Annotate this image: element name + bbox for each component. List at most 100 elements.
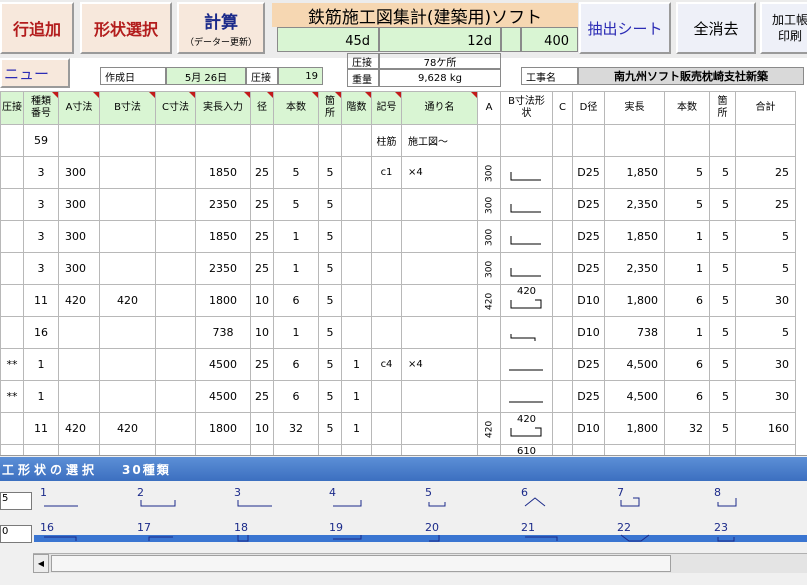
count-cell[interactable]	[273, 124, 319, 157]
count-cell[interactable]: 5	[273, 156, 319, 189]
a-size-cell[interactable]: 300	[58, 156, 100, 189]
shape-option-button[interactable]: 19	[329, 521, 389, 549]
d-diameter-cell[interactable]: D25	[572, 188, 605, 221]
symbol-cell[interactable]	[371, 188, 402, 221]
a-size-cell[interactable]	[58, 380, 100, 413]
shape-option-button[interactable]: 22	[617, 521, 677, 549]
c-size-cell[interactable]	[155, 348, 196, 381]
result-count-cell[interactable]	[664, 444, 710, 455]
symbol-cell[interactable]	[371, 380, 402, 413]
length-cell[interactable]: 738	[195, 316, 251, 349]
places-cell[interactable]: 5	[318, 412, 342, 445]
extract-sheet-button[interactable]: 抽出シート	[579, 2, 671, 54]
shape-cell[interactable]	[500, 124, 553, 157]
a-size-cell[interactable]: 300	[58, 220, 100, 253]
result-a-cell[interactable]	[477, 444, 501, 455]
shape-option-button[interactable]: 17	[137, 521, 197, 549]
places-cell[interactable]: 5	[318, 348, 342, 381]
result-places-cell[interactable]	[709, 124, 736, 157]
b-size-cell[interactable]	[99, 156, 156, 189]
total-cell[interactable]: 30	[735, 380, 796, 413]
line-name-cell[interactable]	[401, 380, 478, 413]
floor-cell[interactable]	[341, 188, 372, 221]
result-c-cell[interactable]	[552, 412, 573, 445]
shape-cell[interactable]	[500, 316, 553, 349]
result-places-cell[interactable]: 5	[709, 220, 736, 253]
symbol-cell[interactable]	[371, 252, 402, 285]
line-name-cell[interactable]	[401, 284, 478, 317]
shape-option-button[interactable]: 21	[521, 521, 581, 549]
scroll-left-arrow-icon[interactable]: ◀	[33, 554, 49, 573]
c-size-cell[interactable]	[155, 220, 196, 253]
diameter-cell[interactable]: 25	[250, 156, 274, 189]
length-cell[interactable]: 1800	[195, 284, 251, 317]
c-size-cell[interactable]	[155, 156, 196, 189]
result-length-cell[interactable]: 1,850	[604, 220, 665, 253]
result-a-cell[interactable]: 420	[477, 284, 501, 317]
symbol-cell[interactable]	[371, 316, 402, 349]
b-size-cell[interactable]	[99, 444, 156, 455]
a-size-cell[interactable]: 300	[58, 252, 100, 285]
places-cell[interactable]: 5	[318, 284, 342, 317]
d-diameter-cell[interactable]: D25	[572, 348, 605, 381]
result-a-cell[interactable]: 300	[477, 252, 501, 285]
result-a-cell[interactable]: 300	[477, 220, 501, 253]
length-cell[interactable]: 2350	[195, 188, 251, 221]
shape-cell[interactable]: 420	[500, 284, 553, 317]
diameter-cell[interactable]: 10	[250, 316, 274, 349]
diameter-cell[interactable]: 25	[250, 220, 274, 253]
floor-cell[interactable]	[341, 156, 372, 189]
press-field[interactable]: 19	[278, 67, 323, 85]
b-size-cell[interactable]	[99, 188, 156, 221]
press-cell[interactable]	[0, 156, 24, 189]
symbol-cell[interactable]	[371, 444, 402, 455]
diameter-cell[interactable]: 25	[250, 380, 274, 413]
d-diameter-cell[interactable]: D10	[572, 284, 605, 317]
result-places-cell[interactable]: 5	[709, 316, 736, 349]
b-size-cell[interactable]: 420	[99, 412, 156, 445]
result-length-cell[interactable]: 1,800	[604, 284, 665, 317]
a-size-cell[interactable]	[58, 348, 100, 381]
result-c-cell[interactable]	[552, 124, 573, 157]
diameter-cell[interactable]: 25	[250, 252, 274, 285]
count-cell[interactable]: 32	[273, 412, 319, 445]
result-places-cell[interactable]: 5	[709, 156, 736, 189]
length-cell[interactable]	[195, 444, 251, 455]
type-cell[interactable]: 3	[23, 188, 59, 221]
shape-cell[interactable]	[500, 188, 553, 221]
symbol-cell[interactable]: c1	[371, 156, 402, 189]
total-cell[interactable]: 30	[735, 348, 796, 381]
shape-option-button[interactable]: 5	[425, 486, 485, 514]
c-size-cell[interactable]	[155, 380, 196, 413]
symbol-cell[interactable]	[371, 284, 402, 317]
result-c-cell[interactable]	[552, 220, 573, 253]
c-size-cell[interactable]	[155, 124, 196, 157]
shape-option-button[interactable]: 18	[234, 521, 294, 549]
result-length-cell[interactable]: 2,350	[604, 252, 665, 285]
type-cell[interactable]: 11	[23, 284, 59, 317]
length-cell[interactable]: 1800	[195, 412, 251, 445]
press-cell[interactable]	[0, 124, 24, 157]
shape-option-button[interactable]: 8	[714, 486, 774, 514]
type-cell[interactable]: 3	[23, 156, 59, 189]
type-cell[interactable]: 16	[23, 316, 59, 349]
a-size-cell[interactable]: 420	[58, 412, 100, 445]
line-name-cell[interactable]	[401, 412, 478, 445]
result-count-cell[interactable]: 6	[664, 284, 710, 317]
shape-cell[interactable]	[500, 380, 553, 413]
shape-option-button[interactable]: 3	[234, 486, 294, 514]
result-length-cell[interactable]: 738	[604, 316, 665, 349]
c-size-cell[interactable]	[155, 284, 196, 317]
type-cell[interactable]: 3	[23, 252, 59, 285]
floor-cell[interactable]	[341, 220, 372, 253]
total-cell[interactable]	[735, 124, 796, 157]
result-count-cell[interactable]: 1	[664, 252, 710, 285]
symbol-cell[interactable]: c4	[371, 348, 402, 381]
a-size-cell[interactable]: 420	[58, 284, 100, 317]
result-count-cell[interactable]	[664, 124, 710, 157]
places-cell[interactable]: 5	[318, 188, 342, 221]
floor-cell[interactable]: 1	[341, 380, 372, 413]
floor-cell[interactable]	[341, 316, 372, 349]
result-c-cell[interactable]	[552, 348, 573, 381]
floor-cell[interactable]	[341, 444, 372, 455]
